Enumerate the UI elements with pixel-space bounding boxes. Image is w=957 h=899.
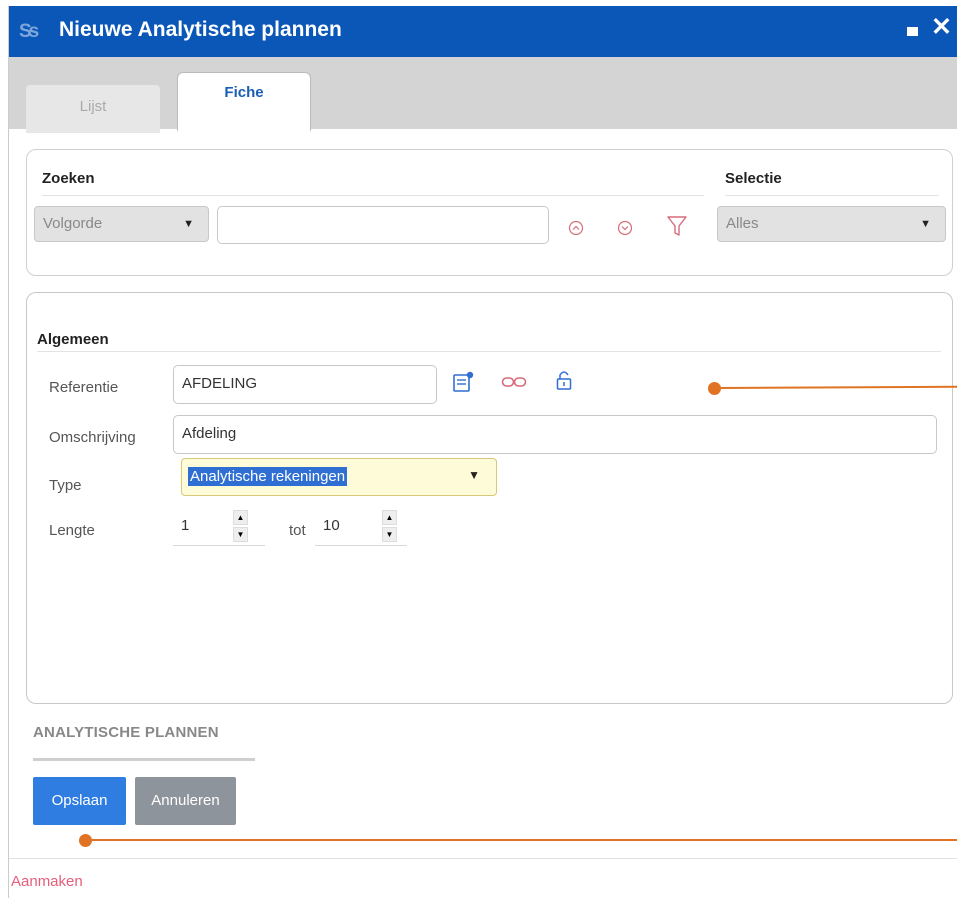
caret-down-icon: ▼ bbox=[920, 218, 931, 230]
spin-down-icon[interactable]: ▼ bbox=[382, 527, 397, 542]
section-underline bbox=[33, 758, 255, 761]
search-divider bbox=[42, 195, 704, 196]
app-logo: Ss bbox=[19, 21, 39, 42]
type-select-value: Analytische rekeningen bbox=[188, 467, 348, 486]
lock-icon[interactable] bbox=[555, 368, 573, 392]
length-label: Lengte bbox=[49, 522, 95, 539]
length-to-label: tot bbox=[289, 522, 306, 539]
filter-icon[interactable] bbox=[666, 214, 688, 238]
new-record-icon[interactable] bbox=[451, 370, 475, 394]
cancel-button[interactable]: Annuleren bbox=[135, 777, 236, 825]
link-icon[interactable] bbox=[501, 375, 527, 389]
section-title: ANALYTISCHE PLANNEN bbox=[33, 724, 219, 741]
move-up-icon[interactable] bbox=[568, 220, 584, 236]
length-to-underline bbox=[315, 545, 407, 546]
selection-select-value: Alles bbox=[726, 215, 759, 232]
length-to-spinner[interactable]: ▲ ▼ bbox=[382, 510, 397, 542]
length-from-input[interactable]: 1 bbox=[181, 517, 189, 534]
restore-icon[interactable] bbox=[907, 27, 918, 36]
selection-select[interactable]: Alles ▼ bbox=[717, 206, 946, 242]
general-divider bbox=[37, 351, 941, 352]
general-heading: Algemeen bbox=[37, 331, 109, 348]
spin-up-icon[interactable]: ▲ bbox=[233, 510, 248, 525]
tab-fiche[interactable]: Fiche bbox=[177, 72, 311, 131]
save-button[interactable]: Opslaan bbox=[33, 777, 126, 825]
tab-lijst[interactable]: Lijst bbox=[26, 85, 160, 133]
reference-label: Referentie bbox=[49, 379, 119, 396]
order-select-value: Volgorde bbox=[43, 215, 103, 232]
type-label: Type bbox=[49, 477, 82, 494]
dialog-window: Ss Nieuwe Analytische plannen ✕ Lijst Fi… bbox=[8, 6, 957, 898]
callout-leader bbox=[91, 839, 957, 841]
reference-input[interactable]: AFDELING bbox=[173, 365, 437, 404]
description-input[interactable]: Afdeling bbox=[173, 415, 937, 454]
selection-heading: Selectie bbox=[725, 170, 782, 187]
window-title: Nieuwe Analytische plannen bbox=[59, 18, 342, 41]
close-icon[interactable]: ✕ bbox=[931, 15, 952, 40]
title-bar[interactable]: Ss Nieuwe Analytische plannen ✕ bbox=[9, 6, 957, 57]
tab-bar: Lijst Fiche bbox=[9, 57, 957, 133]
search-panel: Zoeken Selectie Volgorde ▼ Alles ▼ bbox=[26, 149, 953, 276]
search-input[interactable] bbox=[217, 206, 549, 244]
length-from-spinner[interactable]: ▲ ▼ bbox=[233, 510, 248, 542]
status-text: Aanmaken bbox=[11, 873, 83, 890]
selection-divider bbox=[725, 195, 939, 196]
move-down-icon[interactable] bbox=[617, 220, 633, 236]
length-to-input[interactable]: 10 bbox=[323, 517, 340, 534]
type-select[interactable]: Analytische rekeningen ▼ bbox=[181, 458, 497, 496]
caret-down-icon: ▼ bbox=[468, 468, 480, 482]
general-panel: Algemeen Referentie AFDELING Omschrijvin… bbox=[26, 292, 953, 704]
description-label: Omschrijving bbox=[49, 429, 136, 446]
spin-down-icon[interactable]: ▼ bbox=[233, 527, 248, 542]
status-bar: Aanmaken bbox=[9, 858, 957, 899]
order-select[interactable]: Volgorde ▼ bbox=[34, 206, 209, 242]
caret-down-icon: ▼ bbox=[183, 218, 194, 230]
spin-up-icon[interactable]: ▲ bbox=[382, 510, 397, 525]
length-from-underline bbox=[173, 545, 265, 546]
search-heading: Zoeken bbox=[42, 170, 95, 187]
